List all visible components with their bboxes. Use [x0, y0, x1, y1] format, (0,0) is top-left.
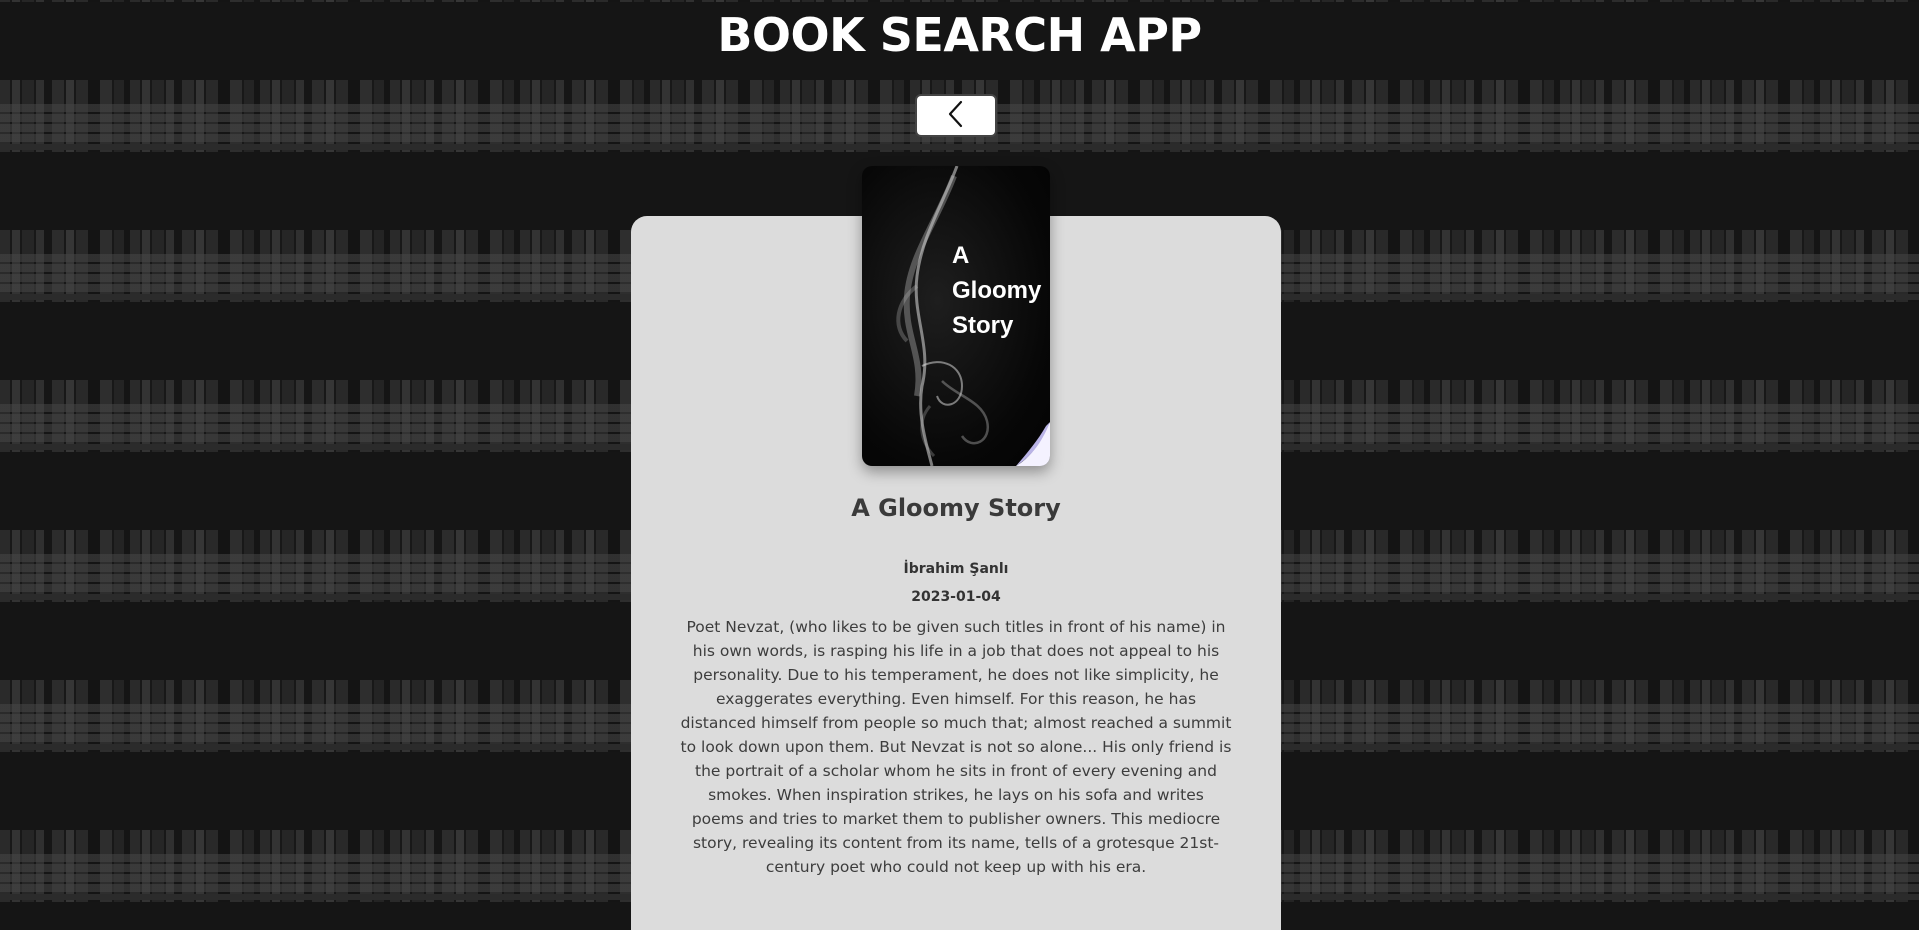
- book-title: A Gloomy Story: [851, 494, 1061, 522]
- page-curl-decoration: [1016, 422, 1050, 466]
- chevron-left-icon: [946, 100, 966, 132]
- cover-title-text: A Gloomy Story: [952, 242, 1042, 339]
- book-description: Poet Nevzat, (who likes to be given such…: [680, 618, 1232, 876]
- book-cover-image: A Gloomy Story: [862, 166, 1050, 466]
- app-title: BOOK SEARCH APP: [717, 8, 1202, 62]
- book-author: İbrahim Şanlı: [903, 561, 1009, 577]
- book-published-date: 2023-01-04: [911, 589, 1001, 605]
- back-button[interactable]: [915, 94, 997, 137]
